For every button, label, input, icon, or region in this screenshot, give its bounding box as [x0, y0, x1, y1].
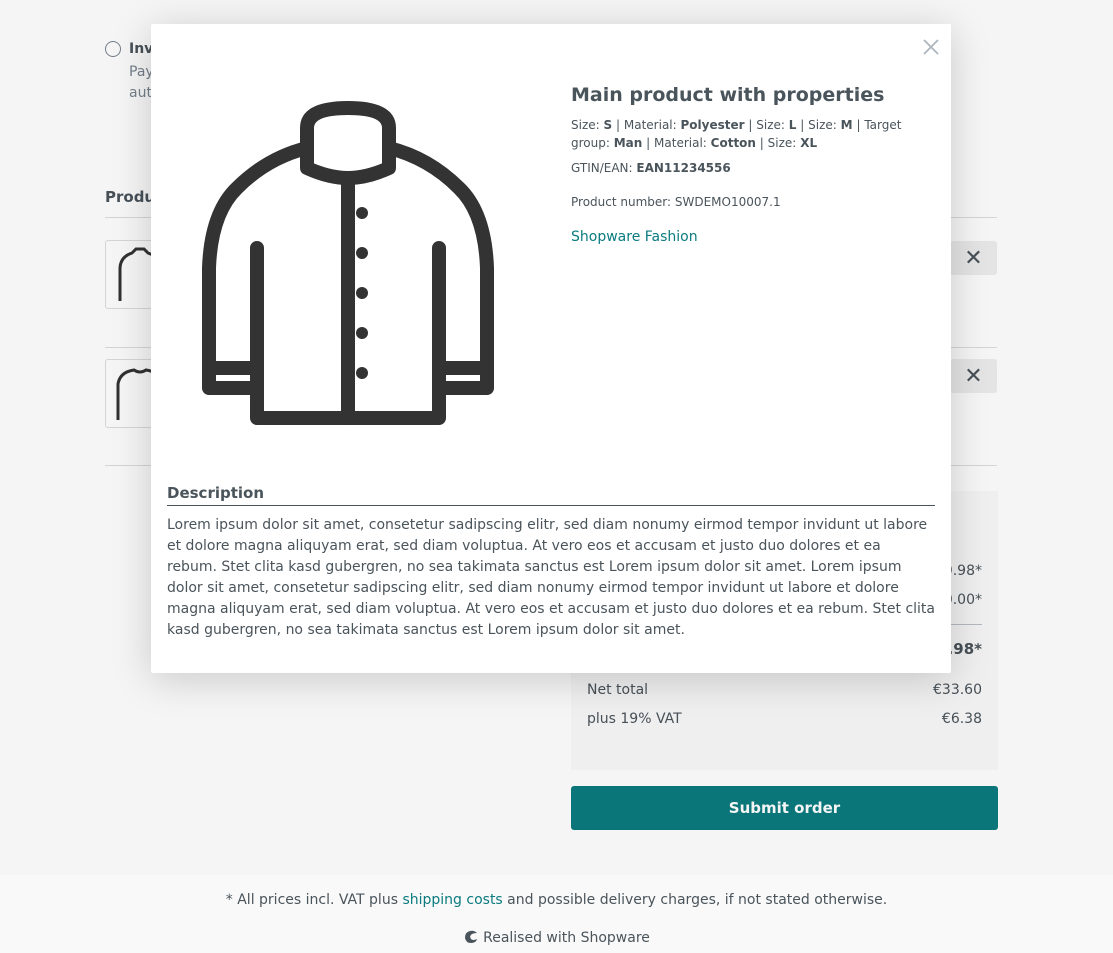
gtin-value: EAN11234556 [636, 161, 731, 175]
shipping-costs-link[interactable]: shipping costs [402, 892, 502, 908]
manufacturer-link[interactable]: Shopware Fashion [571, 229, 698, 245]
product-number: Product number: SWDEMO10007.1 [571, 195, 781, 209]
footer: * All prices incl. VAT plus shipping cos… [0, 875, 1113, 953]
variant-value: L [788, 118, 797, 132]
jacket-icon [202, 101, 494, 425]
variant-value: S [603, 118, 613, 132]
shopware-logo-icon [465, 930, 478, 943]
description-heading: Description [167, 484, 265, 502]
product-quickview-modal: Main product with properties Size: S | M… [151, 24, 951, 673]
variant-label: Material: [623, 118, 677, 132]
footer-price-note: * All prices incl. VAT plus shipping cos… [0, 892, 1113, 908]
product-gtin: GTIN/EAN: EAN11234556 [571, 161, 731, 175]
variant-value: Man [613, 136, 643, 150]
variant-value: M [840, 118, 853, 132]
variant-label: Size: [808, 118, 837, 132]
variant-value: Cotton [710, 136, 756, 150]
footer-brand[interactable]: Realised with Shopware [0, 929, 1113, 946]
variant-label: Material: [654, 136, 707, 150]
variant-label: Size: [571, 118, 600, 132]
product-description: Lorem ipsum dolor sit amet, consetetur s… [167, 517, 935, 638]
product-title: Main product with properties [571, 84, 885, 106]
footer-note-prefix: * All prices incl. VAT plus [225, 892, 403, 908]
variant-label: Size: [756, 118, 785, 132]
close-icon [923, 39, 939, 55]
variant-value: Polyester [680, 118, 745, 132]
close-modal-button[interactable] [920, 38, 942, 60]
product-image [197, 98, 499, 428]
gtin-label: GTIN/EAN: [571, 161, 633, 175]
divider [167, 505, 935, 506]
product-variant-properties: Size: S | Material: Polyester | Size: L … [571, 118, 902, 150]
footer-note-suffix: and possible delivery charges, if not st… [502, 892, 888, 908]
variant-label: Size: [767, 136, 797, 150]
footer-brand-text: Realised with Shopware [483, 930, 650, 946]
variant-value: XL [800, 136, 818, 150]
